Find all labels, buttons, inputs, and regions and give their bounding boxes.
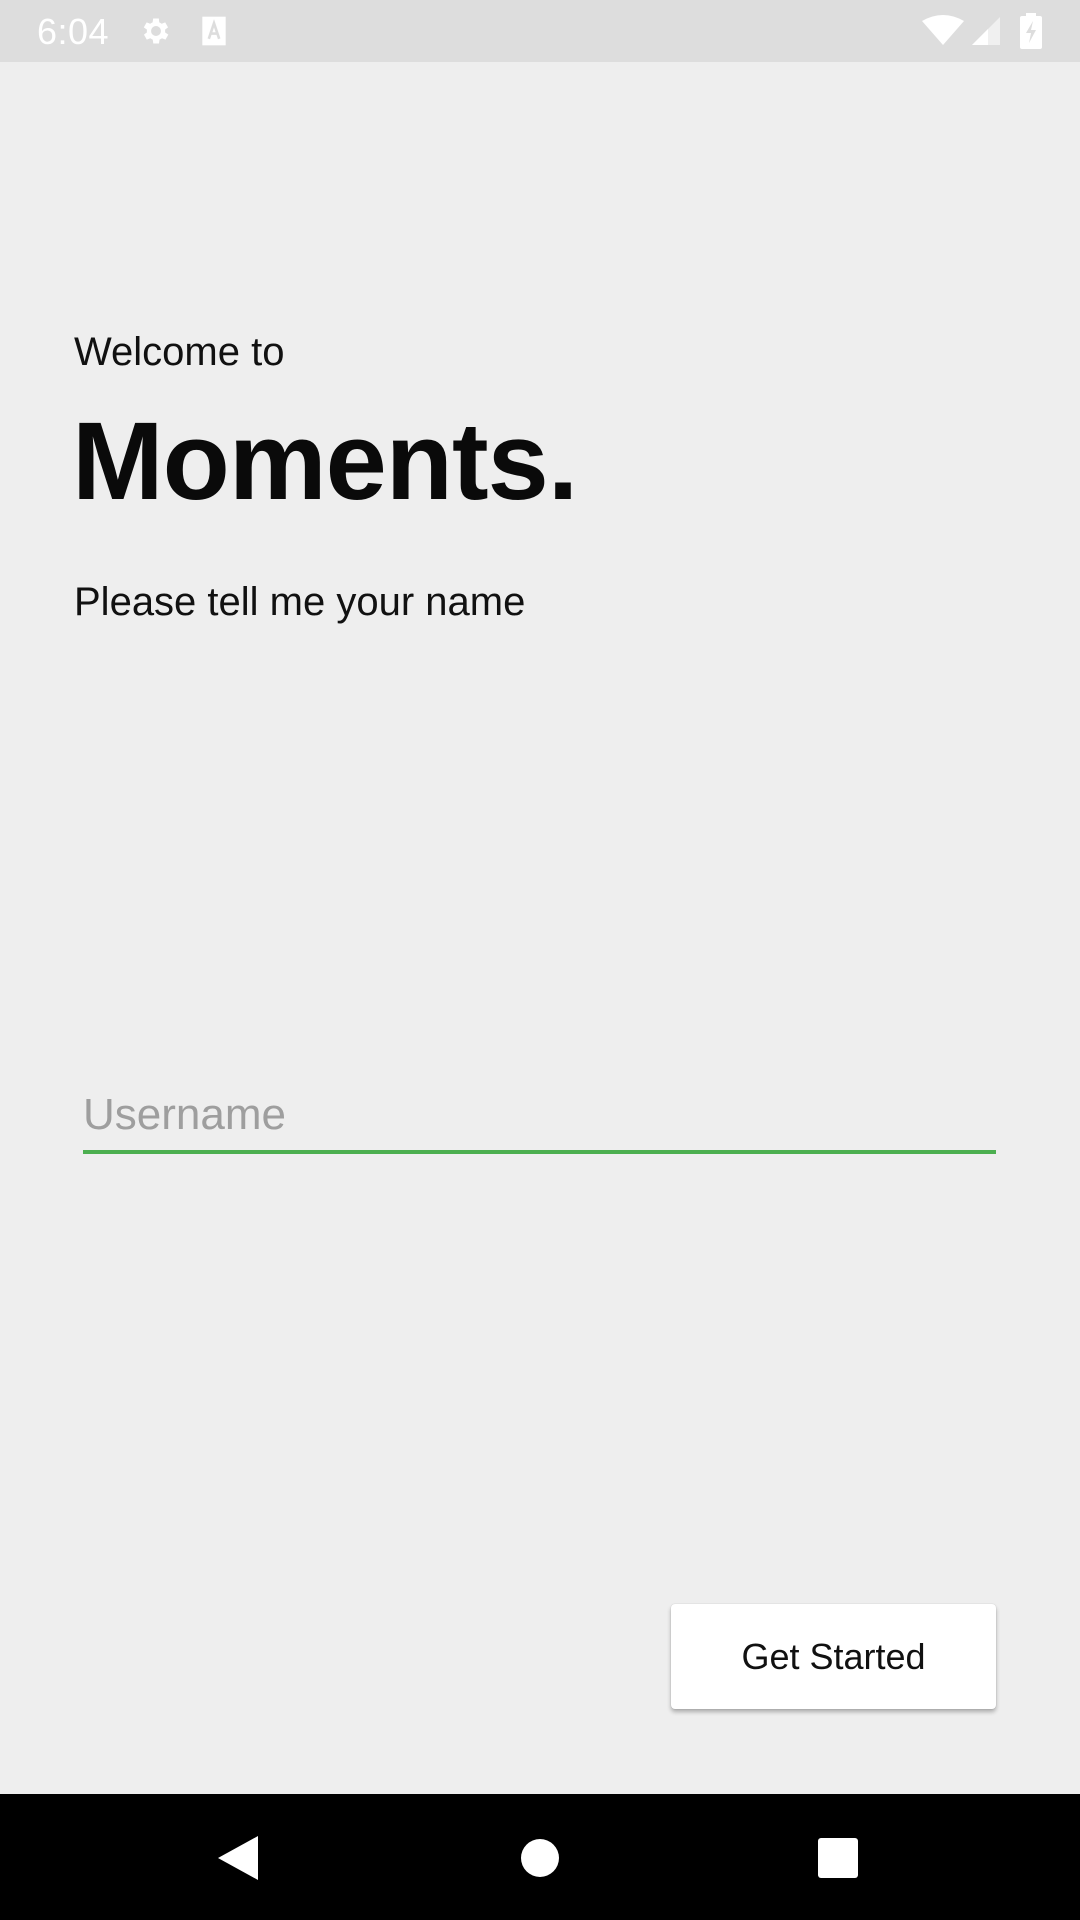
username-input[interactable] [83, 1080, 996, 1150]
status-bar: 6:04 [0, 0, 1080, 62]
gear-icon [143, 18, 169, 44]
back-icon[interactable] [216, 1834, 260, 1882]
battery-charging-icon [1020, 13, 1042, 49]
signal-icon [972, 17, 1000, 45]
app-title: Moments. [72, 400, 578, 523]
welcome-text: Welcome to [74, 330, 285, 374]
screen: 6:04 Welcome to Moments. Please tell me … [0, 0, 1080, 1920]
text-a-icon [202, 16, 226, 46]
status-time: 6:04 [37, 11, 110, 52]
get-started-button[interactable]: Get Started [671, 1604, 996, 1709]
username-field [83, 1080, 996, 1154]
wifi-icon [922, 15, 964, 45]
recents-icon[interactable] [818, 1838, 858, 1878]
home-icon[interactable] [520, 1838, 560, 1878]
name-prompt: Please tell me your name [74, 580, 526, 624]
